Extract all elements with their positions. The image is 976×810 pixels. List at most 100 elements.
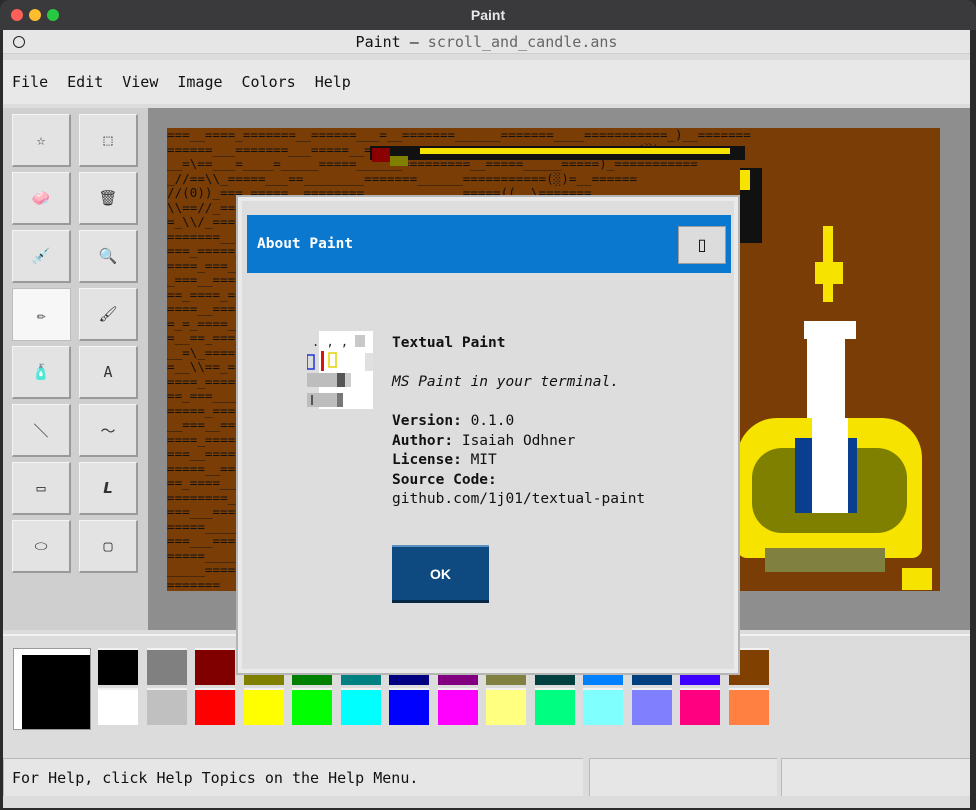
maximize-window-button[interactable]	[47, 9, 59, 21]
menu-help[interactable]: Help	[315, 73, 351, 91]
license-value: MIT	[470, 452, 497, 468]
source-label: Source Code:	[392, 471, 497, 488]
dialog-title: About Paint	[257, 236, 354, 252]
dialog-titlebar: About Paint ▯	[247, 215, 731, 273]
palette-swatch[interactable]	[486, 688, 526, 725]
window-circle-icon[interactable]	[13, 36, 25, 48]
tool-magnifier[interactable]: 🔍	[79, 230, 138, 283]
tool-free-form-select[interactable]: ☆	[12, 114, 71, 167]
svg-text:. , ,: . , ,	[312, 335, 348, 349]
palette-swatch[interactable]	[534, 688, 575, 725]
tool-rounded-rectangle[interactable]: ▢	[79, 520, 138, 573]
version-label: Version:	[392, 413, 462, 429]
fill-bucket-icon: 🗑	[98, 189, 118, 207]
palette-swatch[interactable]	[437, 688, 478, 725]
status-coordinates	[589, 758, 777, 796]
tool-eraser[interactable]: 🧼	[12, 172, 71, 225]
menu-image[interactable]: Image	[177, 73, 222, 91]
palette-swatch[interactable]	[195, 688, 235, 725]
candle-wax	[804, 321, 856, 339]
tool-polygon[interactable]: 𝙇	[79, 462, 138, 515]
dialog-body: Textual Paint MS Paint in your terminal.…	[392, 334, 722, 510]
magnifier-icon: 🔍	[98, 247, 118, 265]
palette-swatch[interactable]	[195, 648, 235, 685]
dialog-close-button[interactable]: ▯	[678, 226, 726, 264]
curve-icon: ～	[100, 421, 116, 440]
minimize-window-button[interactable]	[29, 9, 41, 21]
tool-ellipse[interactable]: ⬭	[12, 520, 71, 573]
pick-color-icon: 💉	[31, 247, 51, 265]
about-dialog: About Paint ▯ . , , Textual Paint MS Pai…	[238, 197, 738, 673]
tool-text[interactable]: A	[79, 346, 138, 399]
palette-swatch[interactable]	[243, 688, 284, 725]
tool-fill-bucket[interactable]: 🗑	[79, 172, 138, 225]
close-window-button[interactable]	[11, 9, 23, 21]
polygon-icon: 𝙇	[103, 479, 113, 497]
paint-app: Paint — scroll_and_candle.ans File Edit …	[3, 30, 970, 808]
ascii-row: _//==\\_=====___==________=======______=…	[167, 171, 638, 186]
ascii-row: ===__====_=======__======___=__=======__…	[167, 128, 751, 142]
palette-swatch[interactable]	[98, 688, 138, 725]
candle-base-shadow	[765, 548, 885, 572]
candle-foot	[902, 568, 932, 590]
palette-swatch[interactable]	[146, 648, 187, 685]
palette-swatch[interactable]	[389, 688, 429, 725]
author-value: Isaiah Odhner	[461, 432, 576, 449]
menubar: File Edit View Image Colors Help	[3, 60, 970, 104]
foreground-color	[22, 655, 90, 729]
palette-swatch[interactable]	[340, 688, 381, 725]
current-colors[interactable]	[13, 648, 91, 730]
tool-airbrush[interactable]: 🧴	[12, 346, 71, 399]
palette-swatch[interactable]	[631, 688, 672, 725]
rect-select-icon: ⬚	[103, 131, 113, 149]
palette-swatch[interactable]	[583, 688, 623, 725]
about-author: Author: Isaiah Odhner	[392, 432, 722, 452]
palette-swatch[interactable]	[728, 688, 769, 725]
palette-swatch[interactable]	[98, 648, 138, 685]
menu-view[interactable]: View	[122, 73, 158, 91]
rectangle-icon: ▭	[36, 479, 46, 497]
app-title-filename: scroll_and_candle.ans	[427, 32, 618, 51]
candle-stem	[812, 418, 848, 513]
about-license: License: MIT	[392, 451, 722, 471]
tools-box: ☆ ⬚ 🧼 🗑 💉 🔍 ✏ 🖌 🧴 A ＼ ～ ▭ 𝙇 ⬭ ▢	[3, 108, 148, 630]
menu-colors[interactable]: Colors	[242, 73, 296, 91]
eraser-icon: 🧼	[31, 189, 51, 207]
rounded-rectangle-icon: ▢	[103, 537, 113, 555]
status-selection-size	[781, 758, 970, 796]
menu-file[interactable]: File	[12, 73, 48, 91]
tool-rectangle[interactable]: ▭	[12, 462, 71, 515]
palette-swatch[interactable]	[292, 688, 332, 725]
status-help-text: For Help, click Help Topics on the Help …	[3, 758, 583, 796]
brush-icon: 🖌	[98, 305, 118, 323]
os-titlebar: Paint	[0, 0, 976, 30]
tool-rect-select[interactable]: ⬚	[79, 114, 138, 167]
scroll-bar-top-yellow	[420, 148, 730, 154]
text-icon: A	[103, 363, 113, 381]
source-link[interactable]: github.com/1j01/textual-paint	[392, 490, 722, 510]
app-titlebar: Paint — scroll_and_candle.ans	[3, 30, 970, 54]
tool-brush[interactable]: 🖌	[79, 288, 138, 341]
menu-edit[interactable]: Edit	[67, 73, 103, 91]
pencil-icon: ✏	[36, 305, 47, 324]
ellipse-icon: ⬭	[34, 537, 48, 555]
author-label: Author:	[392, 432, 454, 449]
tool-line[interactable]: ＼	[12, 404, 71, 457]
tool-pick-color[interactable]: 💉	[12, 230, 71, 283]
tool-pencil[interactable]: ✏	[12, 288, 71, 341]
line-icon: ＼	[33, 421, 49, 440]
version-value: 0.1.0	[470, 413, 515, 429]
about-version: Version: 0.1.0	[392, 412, 722, 432]
app-title: Paint —	[355, 32, 428, 51]
about-tagline: MS Paint in your terminal.	[392, 374, 619, 390]
airbrush-icon: 🧴	[31, 363, 51, 381]
palette-swatch[interactable]	[146, 688, 187, 725]
tool-curve[interactable]: ～	[79, 404, 138, 457]
ok-button[interactable]: OK	[392, 545, 489, 603]
scroll-end-red	[372, 148, 390, 162]
scroll-end-olive	[390, 156, 408, 166]
palette-swatch[interactable]	[680, 688, 720, 725]
license-label: License:	[392, 452, 462, 468]
